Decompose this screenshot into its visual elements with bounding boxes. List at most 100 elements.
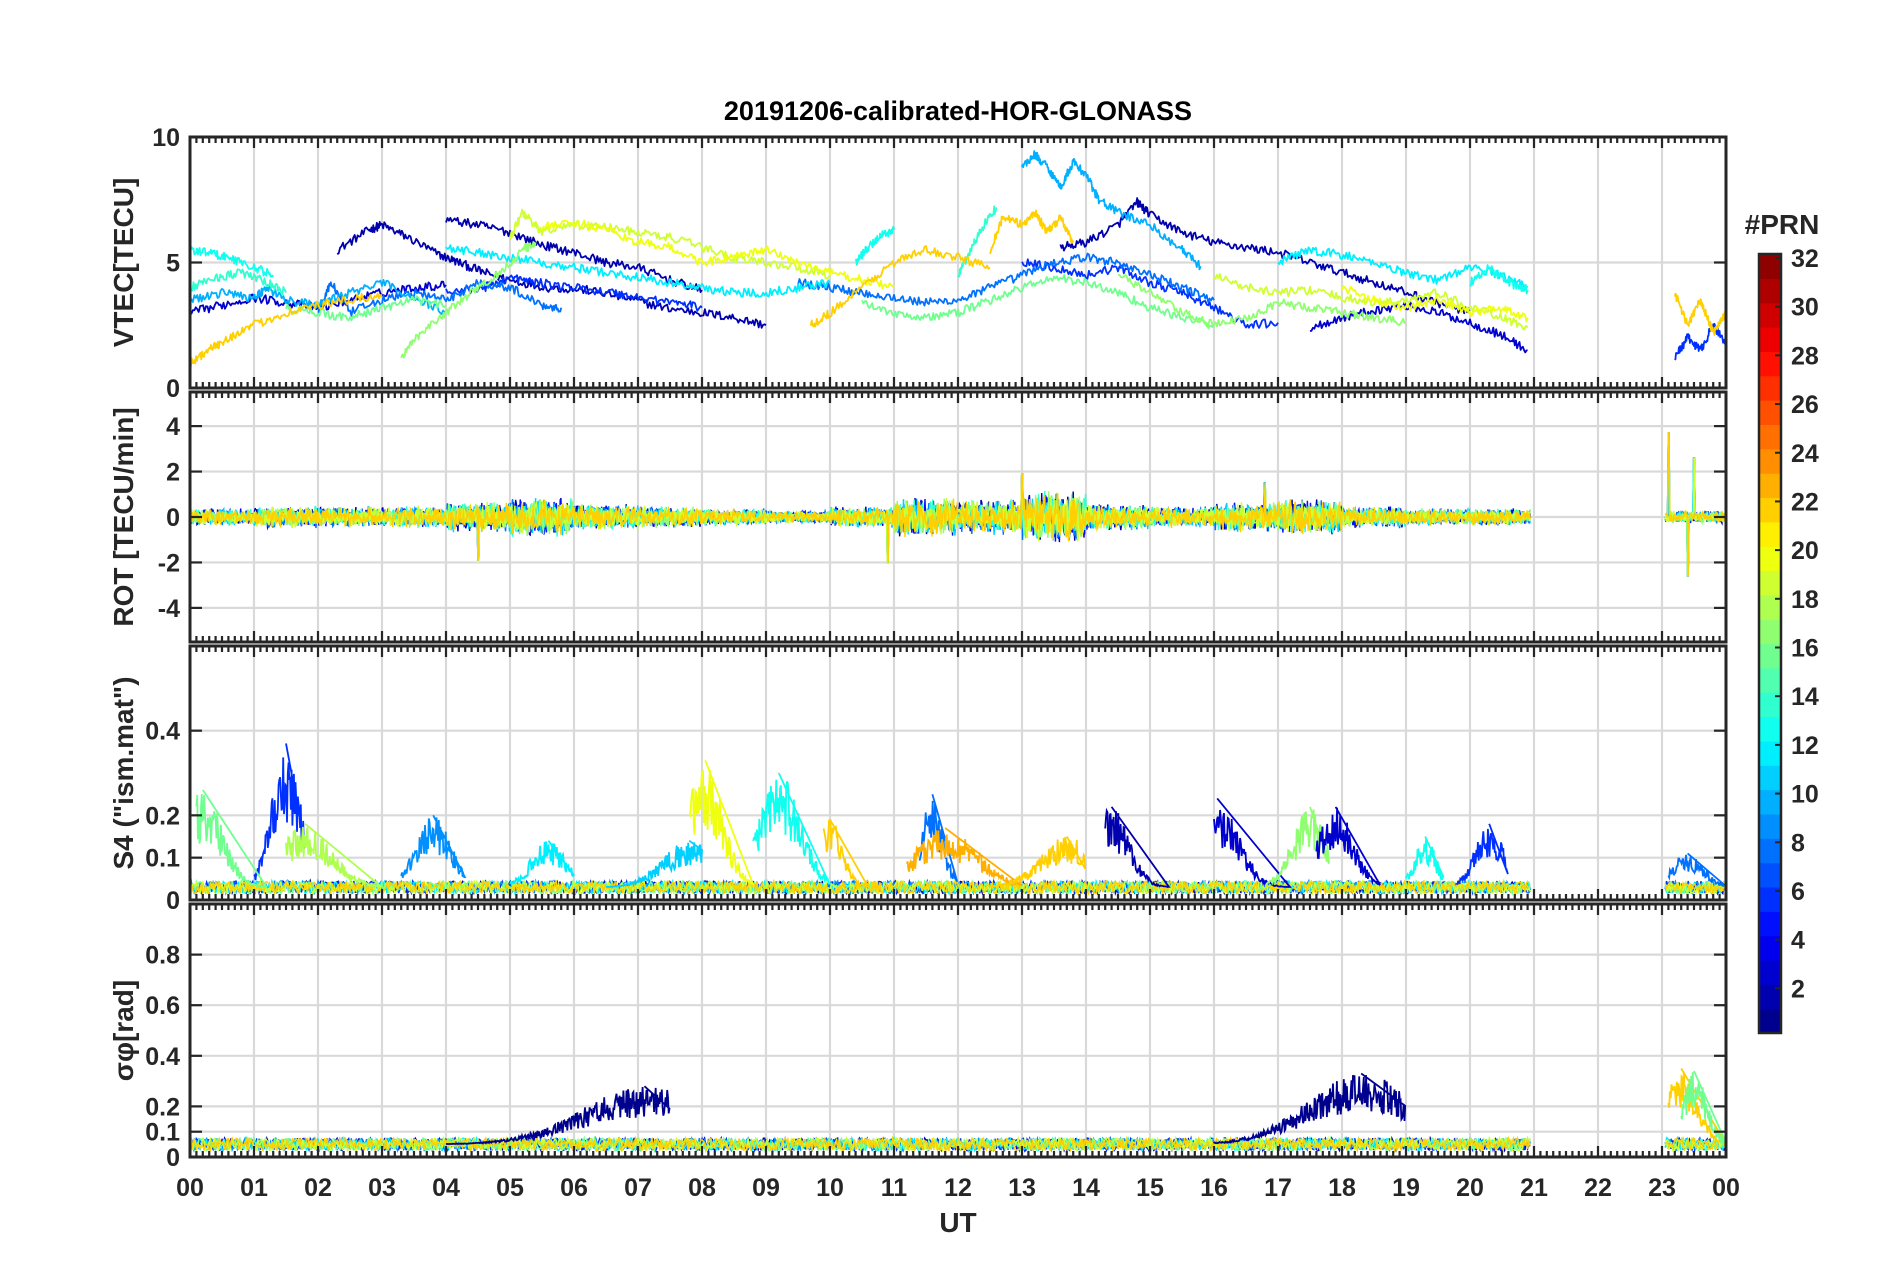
panel-sigma: 00.10.2 0.4 0.6 0.8σφ[rad] bbox=[108, 902, 1728, 1172]
colorbar-tick-label: 32 bbox=[1791, 245, 1819, 273]
colorbar-tick-label: 16 bbox=[1791, 635, 1819, 663]
colorbar-tick-label: 30 bbox=[1791, 294, 1819, 322]
y-tick-label: 0 bbox=[166, 887, 180, 915]
colorbar-tick-label: 26 bbox=[1791, 391, 1819, 419]
y-tick-label: 0 bbox=[166, 375, 180, 403]
vtec-line-prn-13 bbox=[854, 225, 895, 266]
colorbar-tick-label: 10 bbox=[1791, 781, 1819, 809]
x-tick-label: 16 bbox=[1200, 1174, 1228, 1202]
colorbar-cell bbox=[1759, 1008, 1781, 1034]
s4-event-prn-9 bbox=[400, 814, 467, 878]
s4-event-prn-13 bbox=[752, 772, 831, 885]
s4-event-prn-2 bbox=[1104, 806, 1171, 888]
vtec-line-prn-17 bbox=[400, 241, 537, 359]
grid-vtec bbox=[190, 137, 1726, 388]
x-tick-label: 13 bbox=[1008, 1174, 1036, 1202]
y-tick-label: 0.4 bbox=[145, 1043, 180, 1071]
x-tick-label: 05 bbox=[496, 1174, 524, 1202]
colorbar-tick-label: 8 bbox=[1791, 829, 1805, 857]
x-tick-label: 08 bbox=[688, 1174, 716, 1202]
colorbar-tick-label: 20 bbox=[1791, 537, 1819, 565]
s4-event-prn-11 bbox=[605, 839, 703, 888]
colorbar-tick-label: 24 bbox=[1791, 440, 1819, 468]
colorbar-cell bbox=[1759, 765, 1781, 791]
colorbar-cell bbox=[1759, 667, 1781, 693]
colorbar-cell bbox=[1759, 570, 1781, 596]
y-tick-label: 10 bbox=[152, 124, 180, 152]
x-tick-label: 22 bbox=[1584, 1174, 1612, 1202]
x-tick-label: 15 bbox=[1136, 1174, 1164, 1202]
grid-s4 bbox=[190, 646, 1726, 900]
colorbar-title: #PRN bbox=[1745, 209, 1820, 240]
x-tick-label: 00 bbox=[176, 1174, 204, 1202]
y-tick-label: 0 bbox=[166, 1144, 180, 1172]
colorbar-cell bbox=[1759, 278, 1781, 304]
y-tick-label: 0.4 bbox=[145, 718, 180, 746]
colorbar-tick-label: 14 bbox=[1791, 683, 1819, 711]
y-tick-label: 0.1 bbox=[145, 845, 180, 873]
x-tick-label: 20 bbox=[1456, 1174, 1484, 1202]
s4-event-prn-6 bbox=[253, 743, 306, 881]
x-tick-label: 14 bbox=[1072, 1174, 1100, 1202]
vtec-line-prn-10 bbox=[1021, 150, 1202, 271]
colorbar-tick-label: 6 bbox=[1791, 878, 1805, 906]
vtec-line-prn-14 bbox=[957, 205, 998, 278]
s4-event-prn-6 bbox=[1456, 823, 1509, 886]
y-tick-label: 2 bbox=[166, 459, 180, 487]
x-tick-label: 17 bbox=[1264, 1174, 1292, 1202]
y-tick-label: -4 bbox=[158, 595, 180, 623]
y-tick-label: 0.2 bbox=[145, 1093, 180, 1121]
y-tick-label: 0.8 bbox=[145, 942, 180, 970]
x-tick-label: 18 bbox=[1328, 1174, 1356, 1202]
x-tick-label: 12 bbox=[944, 1174, 972, 1202]
colorbar-tick-label: 2 bbox=[1791, 975, 1805, 1003]
x-tick-label: 09 bbox=[752, 1174, 780, 1202]
y-axis-label-s4: S4 ("ism.mat") bbox=[108, 676, 139, 869]
x-axis-label: UT bbox=[939, 1207, 976, 1238]
colorbar-tick-label: 12 bbox=[1791, 732, 1819, 760]
x-tick-label: 06 bbox=[560, 1174, 588, 1202]
vtec-line-prn-6 bbox=[1674, 322, 1726, 361]
vtec-line-prn-19 bbox=[509, 208, 831, 280]
s4-event-prn-16 bbox=[195, 789, 268, 888]
y-tick-label: 4 bbox=[166, 413, 180, 441]
chart-title: 20191206-calibrated-HOR-GLONASS bbox=[724, 96, 1192, 126]
x-tick-label: 21 bbox=[1520, 1174, 1548, 1202]
x-tick-label: 04 bbox=[432, 1174, 460, 1202]
x-tick-label: 02 bbox=[304, 1174, 332, 1202]
x-tick-label: 01 bbox=[240, 1174, 268, 1202]
y-tick-label: -2 bbox=[158, 549, 180, 577]
colorbar-cell bbox=[1759, 473, 1781, 499]
x-tick-label: 11 bbox=[881, 1174, 908, 1202]
y-axis-label-sigma: σφ[rad] bbox=[108, 980, 139, 1081]
colorbar-cell bbox=[1759, 716, 1781, 742]
x-tick-label: 23 bbox=[1648, 1174, 1676, 1202]
x-tick-label: 03 bbox=[368, 1174, 396, 1202]
colorbar-tick-label: 18 bbox=[1791, 586, 1819, 614]
x-tick-label: 19 bbox=[1392, 1174, 1420, 1202]
y-tick-label: 0.1 bbox=[145, 1119, 180, 1147]
x-tick-label: 10 bbox=[816, 1174, 844, 1202]
x-tick-labels: 00 01 02 03 04 05 06 07 08 09 10 11 12 13 14 15 16 17 18 19… bbox=[176, 1174, 1740, 1202]
panel-rot: -4 -2 0 2 4 ROT [TECU/min] bbox=[108, 390, 1728, 644]
s4-event-prn-18 bbox=[285, 823, 384, 888]
y-tick-label: 0.6 bbox=[145, 992, 180, 1020]
grid-sigma bbox=[190, 904, 1726, 1157]
colorbar-cell bbox=[1759, 619, 1781, 645]
panels: 0510VTEC[TECU]-4-2024ROT [TECU/min]00.10… bbox=[108, 124, 1728, 1172]
colorbar-cell bbox=[1759, 862, 1781, 888]
sigma-event-prn-1 bbox=[445, 1085, 671, 1145]
y-axis-label-rot: ROT [TECU/min] bbox=[108, 407, 139, 626]
x-tick-label: 07 bbox=[624, 1174, 652, 1202]
colorbar: #PRN 2468101214161820222426283032 bbox=[1745, 209, 1820, 1035]
colorbar-cell bbox=[1759, 911, 1781, 937]
s4-event-prn-3 bbox=[1315, 806, 1381, 886]
colorbar-cell bbox=[1759, 521, 1781, 547]
colorbar-cell bbox=[1759, 375, 1781, 401]
y-tick-label: 5 bbox=[166, 250, 180, 278]
y-tick-label: 0 bbox=[166, 504, 180, 532]
colorbar-cell bbox=[1759, 327, 1781, 352]
figure: 20191206-calibrated-HOR-GLONASS 0510VTEC… bbox=[108, 96, 1820, 1238]
s4-event-prn-12 bbox=[509, 840, 575, 887]
colorbar-cell bbox=[1759, 424, 1781, 450]
